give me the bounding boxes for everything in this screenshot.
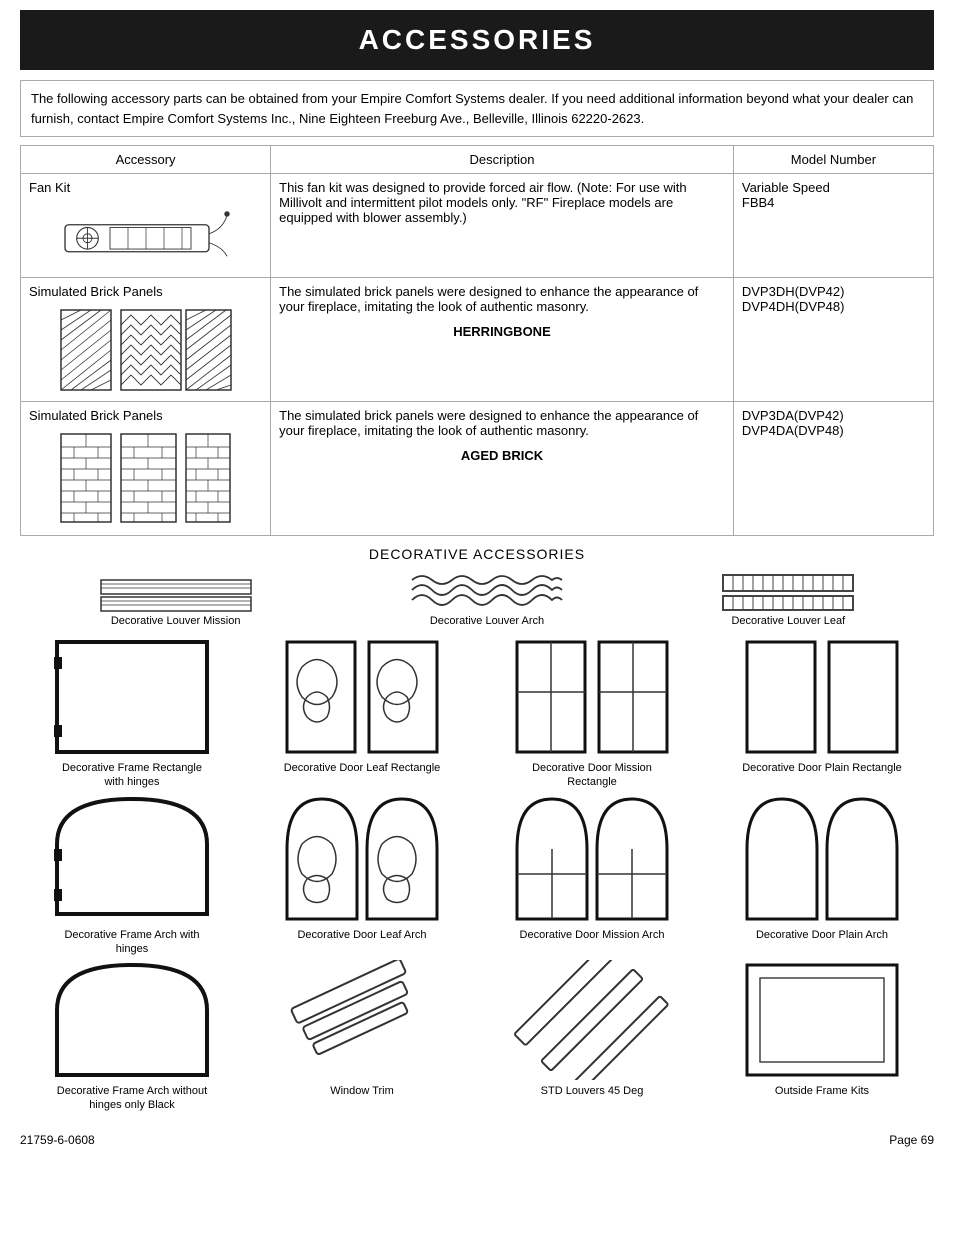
accessory-cell: Simulated Brick Panels [21, 278, 271, 402]
aged-brick-image [29, 429, 262, 529]
std-louvers: STD Louvers 45 Deg [480, 960, 704, 1113]
dec-door-mission-arch: Decorative Door Mission Arch [480, 794, 704, 957]
accessory-label: Fan Kit [29, 180, 70, 195]
model-number: Variable SpeedFBB4 [742, 180, 830, 210]
louver-leaf: Decorative Louver Leaf [718, 570, 858, 627]
accessory-label: Simulated Brick Panels [29, 284, 163, 299]
accessory-cell: Fan Kit [21, 174, 271, 278]
dec-door-mission-arch-label: Decorative Door Mission Arch [520, 928, 665, 942]
dec-door-mission-rect: Decorative Door Mission Rectangle [480, 637, 704, 790]
desc-cell: The simulated brick panels were designed… [271, 278, 734, 402]
louver-mission: Decorative Louver Mission [96, 575, 256, 627]
page-footer: 21759-6-0608 Page 69 [20, 1129, 934, 1147]
outside-frame-kits: Outside Frame Kits [710, 960, 934, 1113]
std-louvers-label: STD Louvers 45 Deg [541, 1084, 644, 1098]
dec-frame-arch-nohinge: Decorative Frame Arch without hinges onl… [20, 960, 244, 1113]
dec-door-leaf-arch: Decorative Door Leaf Arch [250, 794, 474, 957]
col-header-accessory: Accessory [21, 146, 271, 174]
dec-frame-arch-nohinge-label: Decorative Frame Arch without hinges onl… [52, 1084, 212, 1113]
dec-door-mission-rect-label: Decorative Door Mission Rectangle [512, 761, 672, 790]
accessory-cell: Simulated Brick Panels [21, 402, 271, 536]
herringbone-label: HERRINGBONE [279, 324, 725, 339]
louver-leaf-label: Decorative Louver Leaf [731, 615, 845, 627]
window-trim: Window Trim [250, 960, 474, 1113]
dec-frame-arch-label: Decorative Frame Arch with hinges [52, 928, 212, 957]
desc-cell: The simulated brick panels were designed… [271, 402, 734, 536]
model-cell: Variable SpeedFBB4 [733, 174, 933, 278]
dec-door-leaf-rect: Decorative Door Leaf Rectangle [250, 637, 474, 790]
fan-kit-image [29, 201, 262, 271]
louver-arch-label: Decorative Louver Arch [430, 615, 544, 627]
col-header-model: Model Number [733, 146, 933, 174]
dec-door-leaf-arch-label: Decorative Door Leaf Arch [297, 928, 426, 942]
dec-door-leaf-rect-label: Decorative Door Leaf Rectangle [284, 761, 441, 775]
intro-text: The following accessory parts can be obt… [20, 80, 934, 137]
dec-row1: Decorative Frame Rectangle with hinges D… [20, 637, 934, 790]
dec-row3: Decorative Frame Arch without hinges onl… [20, 960, 934, 1113]
dec-row2: Decorative Frame Arch with hinges Decora… [20, 794, 934, 957]
dec-frame-rect-label: Decorative Frame Rectangle with hinges [52, 761, 212, 790]
dec-frame-rect: Decorative Frame Rectangle with hinges [20, 637, 244, 790]
table-row: Simulated Brick Panels [21, 402, 934, 536]
aged-brick-desc: The simulated brick panels were designed… [279, 408, 698, 438]
accessory-label: Simulated Brick Panels [29, 408, 163, 423]
dec-door-plain-arch: Decorative Door Plain Arch [710, 794, 934, 957]
accessories-table: Accessory Description Model Number Fan K… [20, 145, 934, 536]
page-title: ACCESSORIES [20, 10, 934, 70]
dec-door-plain-rect-label: Decorative Door Plain Rectangle [742, 761, 902, 775]
herringbone-desc: The simulated brick panels were designed… [279, 284, 698, 314]
louver-arch: Decorative Louver Arch [407, 570, 567, 627]
page: ACCESSORIES The following accessory part… [0, 0, 954, 1235]
col-header-description: Description [271, 146, 734, 174]
window-trim-label: Window Trim [330, 1084, 394, 1098]
dec-door-plain-arch-label: Decorative Door Plain Arch [756, 928, 888, 942]
aged-brick-label: AGED BRICK [279, 448, 725, 463]
louver-row: Decorative Louver Mission Decorative Lou… [20, 570, 934, 627]
desc-cell: This fan kit was designed to provide for… [271, 174, 734, 278]
table-row: Fan Kit [21, 174, 934, 278]
herringbone-image [29, 305, 262, 395]
dec-section-title: DECORATIVE ACCESSORIES [20, 546, 934, 562]
dec-accessories-section: DECORATIVE ACCESSORIES Decorative Louver… [20, 546, 934, 1113]
footer-right: Page 69 [889, 1133, 934, 1147]
dec-door-plain-rect: Decorative Door Plain Rectangle [710, 637, 934, 790]
model-number: DVP3DA(DVP42)DVP4DA(DVP48) [742, 408, 844, 438]
louver-mission-label: Decorative Louver Mission [111, 615, 241, 627]
footer-left: 21759-6-0608 [20, 1133, 95, 1147]
model-number: DVP3DH(DVP42)DVP4DH(DVP48) [742, 284, 845, 314]
dec-frame-arch: Decorative Frame Arch with hinges [20, 794, 244, 957]
table-row: Simulated Brick Panels [21, 278, 934, 402]
outside-frame-kits-label: Outside Frame Kits [775, 1084, 869, 1098]
model-cell: DVP3DH(DVP42)DVP4DH(DVP48) [733, 278, 933, 402]
model-cell: DVP3DA(DVP42)DVP4DA(DVP48) [733, 402, 933, 536]
